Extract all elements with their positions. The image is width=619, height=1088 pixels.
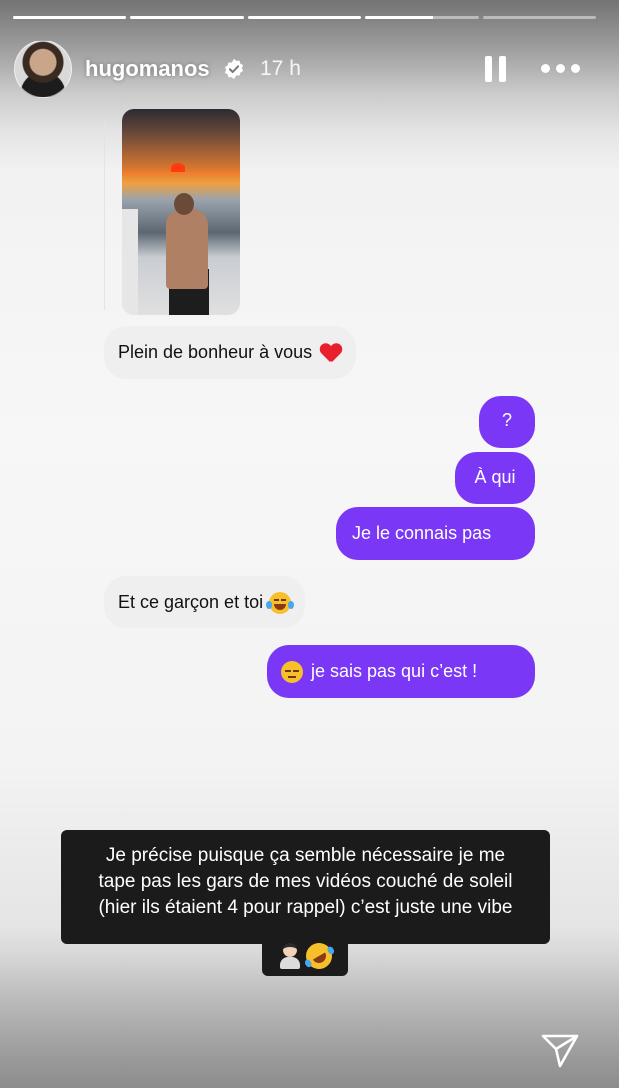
pause-icon[interactable] <box>485 56 507 82</box>
progress-segment <box>365 16 479 19</box>
sunset-photo <box>122 109 240 315</box>
message-bubble-incoming: Et ce garçon et toi <box>104 576 306 628</box>
message-text: Plein de bonheur à vous <box>118 342 313 362</box>
story-caption: Je précise puisque ça semble nécessaire … <box>61 830 550 944</box>
message-text: je sais pas qui c’est ! <box>311 661 478 681</box>
face-with-tears-of-joy-emoji <box>266 592 295 615</box>
person-emoji <box>278 943 302 969</box>
caption-line: (hier ils étaient 4 pour rappel) c’est j… <box>98 897 513 918</box>
caption-emojis <box>262 936 348 976</box>
send-icon[interactable] <box>540 1030 580 1070</box>
message-bubble-outgoing: À qui <box>455 452 535 504</box>
message-bubble-outgoing: je sais pas qui c’est ! <box>267 645 535 698</box>
story-timestamp: 17 h <box>260 57 301 80</box>
caption-line: tape pas les gars de mes vidéos couché d… <box>98 871 513 892</box>
progress-segment <box>482 16 597 19</box>
avatar[interactable] <box>14 40 72 98</box>
rolling-on-the-floor-laughing-emoji <box>301 938 337 974</box>
story-viewer[interactable]: hugomanos 17 h Plein de bonheur à vous ?… <box>0 0 619 1088</box>
more-options-icon[interactable] <box>541 64 581 74</box>
caption-line: Je précise puisque ça semble nécessaire … <box>105 845 506 866</box>
message-text: Et ce garçon et toi <box>118 592 264 612</box>
red-heart-emoji <box>320 343 342 363</box>
verified-badge-icon <box>224 58 244 80</box>
progress-segment <box>247 16 362 19</box>
message-text: ? <box>501 410 512 430</box>
username[interactable]: hugomanos <box>85 56 210 82</box>
message-bubble-outgoing: Je le connais pas <box>336 507 535 560</box>
reply-thread-line <box>104 120 105 310</box>
unamused-face-emoji <box>281 661 303 684</box>
progress-segment <box>130 16 244 19</box>
progress-segment <box>13 16 127 19</box>
message-bubble-incoming: Plein de bonheur à vous <box>104 326 357 379</box>
story-progress-bar <box>13 16 597 19</box>
message-text: À qui <box>474 467 516 487</box>
message-text: Je le connais pas <box>352 523 492 543</box>
message-bubble-outgoing: ? <box>479 396 535 448</box>
story-header: hugomanos 17 h <box>14 40 606 98</box>
